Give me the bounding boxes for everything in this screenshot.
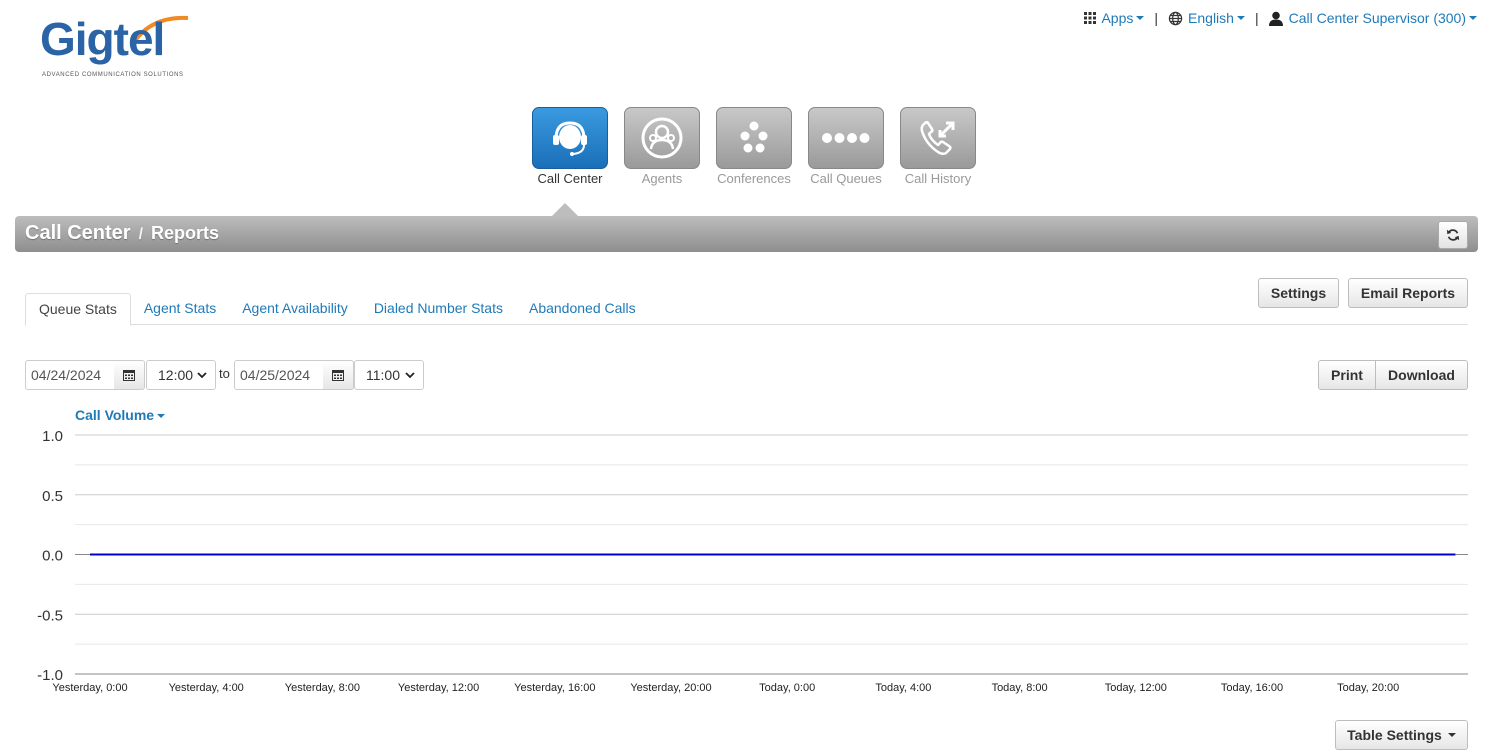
chart-x-tick-label: Today, 8:00: [992, 682, 1048, 694]
report-tabs: Queue Stats Agent Stats Agent Availabili…: [25, 293, 1468, 326]
grid-icon: [1084, 12, 1097, 24]
app-call-center[interactable]: Call Center: [524, 107, 616, 186]
start-time-value: 12:00: [158, 367, 194, 383]
app-call-queues[interactable]: Call Queues: [800, 107, 892, 186]
user-label: Call Center Supervisor (300): [1288, 10, 1466, 26]
range-to-label: to: [219, 366, 230, 381]
refresh-button[interactable]: [1438, 221, 1468, 249]
headset-icon: [553, 121, 587, 156]
app-call-history-label: Call History: [904, 171, 972, 186]
chart-y-ticks: 1.00.50.0-0.5-1.0: [37, 428, 63, 684]
language-menu[interactable]: English: [1168, 10, 1245, 26]
chart-x-tick-label: Today, 12:00: [1105, 682, 1167, 694]
chart-y-tick-label: 0.5: [42, 488, 63, 505]
app-call-queues-tile[interactable]: [808, 107, 884, 169]
conference-icon: [740, 121, 768, 153]
end-date-input[interactable]: [234, 360, 324, 390]
app-launcher: Call Center Agents Conferences Call Queu…: [524, 107, 984, 186]
calendar-icon: [332, 370, 344, 381]
language-label: English: [1188, 10, 1234, 26]
end-time-value: 11:00: [366, 367, 400, 383]
active-app-pointer: [552, 203, 578, 216]
app-conferences-label: Conferences: [717, 171, 791, 186]
chart-x-tick-label: Today, 20:00: [1337, 682, 1399, 694]
chart-x-tick-label: Yesterday, 4:00: [169, 682, 244, 694]
breadcrumb: Call Center / Reports: [25, 222, 219, 245]
app-agents-label: Agents: [641, 171, 683, 186]
table-settings-button[interactable]: Table Settings: [1335, 720, 1468, 750]
chevron-down-icon: [1136, 16, 1145, 20]
chart-x-tick-label: Yesterday, 16:00: [514, 682, 595, 694]
start-time-select[interactable]: 12:00: [146, 360, 216, 390]
apps-label: Apps: [1101, 10, 1134, 26]
call-history-icon: [920, 120, 955, 156]
breadcrumb-separator: /: [138, 226, 144, 243]
app-agents[interactable]: Agents: [616, 107, 708, 186]
app-conferences[interactable]: Conferences: [708, 107, 800, 186]
download-button[interactable]: Download: [1376, 360, 1468, 390]
chart-y-tick-label: 0.0: [42, 548, 63, 565]
user-menu[interactable]: Call Center Supervisor (300): [1268, 10, 1477, 26]
app-conferences-tile[interactable]: [716, 107, 792, 169]
breadcrumb-section: Call Center: [25, 222, 131, 244]
logo-text: Gigtel: [40, 13, 165, 65]
export-button-group: Print Download: [1318, 360, 1468, 390]
nav-separator: |: [1254, 10, 1259, 26]
apps-menu[interactable]: Apps: [1084, 10, 1145, 26]
user-icon: [1268, 11, 1283, 26]
chevron-down-icon: [1236, 16, 1245, 20]
refresh-icon: [1446, 229, 1460, 241]
chevron-down-icon: [405, 372, 415, 379]
chevron-down-icon: [157, 414, 166, 419]
chart-y-tick-label: 1.0: [42, 428, 63, 445]
end-time-select[interactable]: 11:00: [354, 360, 424, 390]
start-date-input[interactable]: [25, 360, 115, 390]
chart-x-tick-label: Yesterday, 20:00: [630, 682, 711, 694]
chevron-down-icon: [1469, 16, 1477, 20]
tab-abandoned-calls[interactable]: Abandoned Calls: [516, 293, 649, 324]
tab-agent-stats[interactable]: Agent Stats: [131, 293, 229, 324]
app-call-center-tile[interactable]: [532, 107, 608, 169]
chart-x-tick-label: Today, 4:00: [875, 682, 931, 694]
chart-x-tick-label: Today, 0:00: [759, 682, 815, 694]
chart-x-tick-label: Yesterday, 8:00: [285, 682, 360, 694]
breadcrumb-page: Reports: [151, 223, 220, 243]
globe-icon: [1168, 11, 1183, 25]
agents-icon: [641, 117, 683, 159]
queue-icon: [822, 133, 870, 143]
end-date-calendar-button[interactable]: [323, 360, 354, 390]
app-call-history-tile[interactable]: [900, 107, 976, 169]
call-volume-chart: 1.00.50.0-0.5-1.0 Yesterday, 0:00 Yesterd…: [37, 428, 1468, 694]
chevron-down-icon: [197, 372, 207, 379]
print-button[interactable]: Print: [1318, 360, 1376, 390]
chart-x-tick-label: Yesterday, 0:00: [52, 682, 127, 694]
tab-agent-availability[interactable]: Agent Availability: [229, 293, 361, 324]
start-date-calendar-button[interactable]: [114, 360, 145, 390]
app-call-history[interactable]: Call History: [892, 107, 984, 186]
app-call-queues-label: Call Queues: [810, 171, 882, 186]
chart-x-tick-label: Today, 16:00: [1221, 682, 1283, 694]
chart-x-tick-label: Yesterday, 12:00: [398, 682, 479, 694]
app-agents-tile[interactable]: [624, 107, 700, 169]
tab-queue-stats[interactable]: Queue Stats: [25, 293, 131, 326]
logo-tagline: ADVANCED COMMUNICATION SOLUTIONS: [42, 72, 184, 78]
app-call-center-label: Call Center: [537, 171, 603, 186]
tab-dialed-number-stats[interactable]: Dialed Number Stats: [361, 293, 516, 324]
chevron-down-icon: [1447, 733, 1456, 737]
top-nav: Apps | English | Call Center Supervisor …: [1084, 10, 1477, 26]
table-settings-label: Table Settings: [1347, 727, 1442, 743]
page-header-bar: Call Center / Reports: [15, 216, 1478, 252]
gigtel-logo: Gigtel ADVANCED COMMUNICATION SOLUTIONS: [40, 12, 200, 82]
chart-y-tick-label: -0.5: [37, 607, 63, 624]
nav-separator: |: [1154, 10, 1159, 26]
calendar-icon: [123, 370, 135, 381]
chart-x-ticks: Yesterday, 0:00 Yesterday, 4:00 Yesterday,…: [52, 682, 1399, 694]
